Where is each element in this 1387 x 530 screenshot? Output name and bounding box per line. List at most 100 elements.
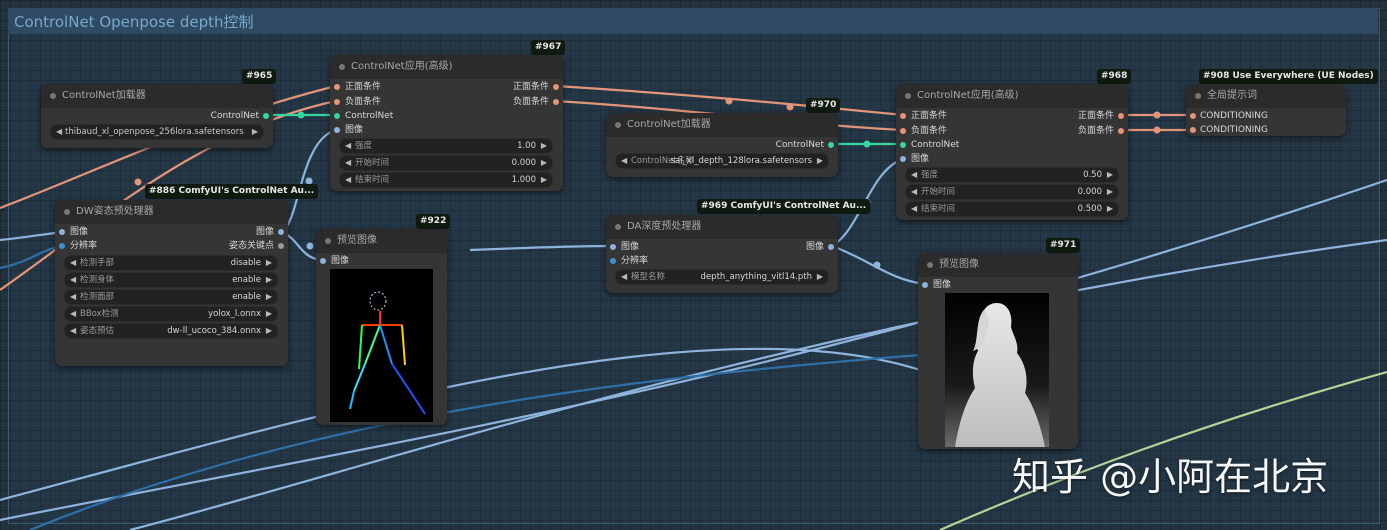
collapse-dot-icon[interactable] bbox=[339, 64, 345, 70]
arrow-left-icon[interactable]: ◀ bbox=[621, 154, 627, 168]
node-908-title-bar[interactable]: 全局提示词 bbox=[1186, 84, 1346, 108]
detect-body-widget[interactable]: ◀ 检测身体 enable ▶ bbox=[64, 272, 278, 288]
end-time-widget[interactable]: ◀ 结束时间 0.500 ▶ bbox=[905, 201, 1119, 217]
node-968-controlnet-apply[interactable]: ControlNet应用(高级) 正面条件 负面条件 ControlNet 图像… bbox=[896, 84, 1128, 220]
arrow-left-icon[interactable]: ◀ bbox=[70, 273, 76, 287]
node-965-controlnet-loader[interactable]: ControlNet加载器 ControlNet ◀ thibaud_xl_op… bbox=[41, 84, 273, 148]
collapse-dot-icon[interactable] bbox=[905, 93, 911, 99]
node-922-preview-image[interactable]: 预览图像 图像 bbox=[316, 229, 447, 425]
arrow-right-icon[interactable]: ▶ bbox=[541, 173, 547, 187]
collapse-dot-icon[interactable] bbox=[325, 238, 331, 244]
arrow-right-icon[interactable]: ▶ bbox=[1107, 168, 1113, 182]
node-968-title-bar[interactable]: ControlNet应用(高级) bbox=[896, 84, 1128, 108]
input-controlnet-socket[interactable] bbox=[334, 113, 340, 119]
node-965-title-bar[interactable]: ControlNet加载器 bbox=[41, 84, 273, 108]
arrow-left-icon[interactable]: ◀ bbox=[621, 270, 627, 284]
node-886-title-bar[interactable]: DW姿态预处理器 bbox=[55, 200, 288, 224]
arrow-left-icon[interactable]: ◀ bbox=[345, 156, 351, 170]
output-negative-socket[interactable] bbox=[553, 99, 559, 105]
input-conditioning-1-socket[interactable] bbox=[1190, 113, 1196, 119]
collapse-dot-icon[interactable] bbox=[64, 209, 70, 215]
input-conditioning-2-label: CONDITIONING bbox=[1200, 125, 1269, 135]
arrow-right-icon[interactable]: ▶ bbox=[266, 324, 272, 338]
output-positive-socket[interactable] bbox=[553, 84, 559, 90]
detect-face-widget[interactable]: ◀ 检测面部 enable ▶ bbox=[64, 289, 278, 305]
arrow-right-icon[interactable]: ▶ bbox=[266, 307, 272, 321]
node-971-preview-image[interactable]: 预览图像 图像 bbox=[918, 253, 1078, 449]
input-image-socket[interactable] bbox=[59, 229, 65, 235]
arrow-right-icon[interactable]: ▶ bbox=[266, 273, 272, 287]
arrow-right-icon[interactable]: ▶ bbox=[817, 270, 823, 284]
bbox-detector-widget[interactable]: ◀ BBox检测 yolox_l.onnx ▶ bbox=[64, 306, 278, 322]
collapse-dot-icon[interactable] bbox=[1195, 93, 1201, 99]
input-image-socket[interactable] bbox=[610, 244, 616, 250]
collapse-dot-icon[interactable] bbox=[927, 262, 933, 268]
arrow-right-icon[interactable]: ▶ bbox=[1107, 202, 1113, 216]
arrow-left-icon[interactable]: ◀ bbox=[345, 139, 351, 153]
arrow-right-icon[interactable]: ▶ bbox=[541, 156, 547, 170]
arrow-left-icon[interactable]: ◀ bbox=[56, 125, 62, 139]
node-886-dw-pose-preprocessor[interactable]: DW姿态预处理器 图像 分辨率 图像 姿态关键点 ◀ 检测手部 disable … bbox=[55, 200, 288, 366]
output-image-socket[interactable] bbox=[828, 244, 834, 250]
node-967-title-bar[interactable]: ControlNet应用(高级) bbox=[330, 55, 563, 79]
input-image-socket[interactable] bbox=[900, 156, 906, 162]
output-positive-socket[interactable] bbox=[1118, 113, 1124, 119]
node-967-controlnet-apply[interactable]: ControlNet应用(高级) 正面条件 负面条件 ControlNet 图像… bbox=[330, 55, 563, 191]
widget-value: yolox_l.onnx bbox=[208, 309, 261, 319]
input-negative-socket[interactable] bbox=[334, 99, 340, 105]
collapse-dot-icon[interactable] bbox=[615, 224, 621, 230]
node-969-depth-preprocessor[interactable]: DA深度预处理器 图像 分辨率 图像 ◀ 模型名称 depth_anything… bbox=[606, 215, 838, 293]
strength-widget[interactable]: ◀ 强度 1.00 ▶ bbox=[339, 138, 553, 154]
wire-image-left-1 bbox=[0, 230, 63, 242]
model-name-widget[interactable]: ◀ 模型名称 depth_anything_vitl14.pth ▶ bbox=[615, 269, 829, 285]
arrow-right-icon[interactable]: ▶ bbox=[817, 154, 823, 168]
node-922-title-bar[interactable]: 预览图像 bbox=[316, 229, 447, 253]
start-time-widget[interactable]: ◀ 开始时间 0.000 ▶ bbox=[905, 184, 1119, 200]
input-image-socket[interactable] bbox=[922, 282, 928, 288]
arrow-left-icon[interactable]: ◀ bbox=[911, 185, 917, 199]
strength-widget[interactable]: ◀ 强度 0.50 ▶ bbox=[905, 167, 1119, 183]
pose-estimator-widget[interactable]: ◀ 姿态预估 dw-ll_ucoco_384.onnx ▶ bbox=[64, 323, 278, 339]
arrow-right-icon[interactable]: ▶ bbox=[266, 256, 272, 270]
arrow-left-icon[interactable]: ◀ bbox=[70, 290, 76, 304]
node-968-badge: #968 bbox=[1097, 69, 1132, 84]
arrow-right-icon[interactable]: ▶ bbox=[541, 139, 547, 153]
node-969-title-bar[interactable]: DA深度预处理器 bbox=[606, 215, 838, 239]
collapse-dot-icon[interactable] bbox=[615, 122, 621, 128]
input-negative-socket[interactable] bbox=[900, 128, 906, 134]
input-resolution-socket[interactable] bbox=[610, 258, 616, 264]
output-image-socket[interactable] bbox=[278, 229, 284, 235]
input-positive-socket[interactable] bbox=[334, 84, 340, 90]
arrow-left-icon[interactable]: ◀ bbox=[70, 256, 76, 270]
arrow-left-icon[interactable]: ◀ bbox=[911, 168, 917, 182]
arrow-right-icon[interactable]: ▶ bbox=[266, 290, 272, 304]
node-908-use-everywhere[interactable]: 全局提示词 CONDITIONING CONDITIONING bbox=[1186, 84, 1346, 136]
arrow-left-icon[interactable]: ◀ bbox=[911, 202, 917, 216]
arrow-left-icon[interactable]: ◀ bbox=[70, 324, 76, 338]
output-keypoints-socket[interactable] bbox=[278, 243, 284, 249]
widget-label: 模型名称 bbox=[631, 272, 666, 282]
arrow-left-icon[interactable]: ◀ bbox=[70, 307, 76, 321]
arrow-left-icon[interactable]: ◀ bbox=[345, 173, 351, 187]
node-922-title: 预览图像 bbox=[337, 235, 377, 246]
detect-hand-widget[interactable]: ◀ 检测手部 disable ▶ bbox=[64, 255, 278, 271]
arrow-right-icon[interactable]: ▶ bbox=[1107, 185, 1113, 199]
controlnet-name-combo[interactable]: ◀ ControlNet名称 sai_xl_depth_128lora.safe… bbox=[615, 153, 829, 169]
input-conditioning-2-socket[interactable] bbox=[1190, 127, 1196, 133]
node-970-controlnet-loader[interactable]: ControlNet加载器 ControlNet ◀ ControlNet名称 … bbox=[606, 113, 838, 177]
output-controlnet-socket[interactable] bbox=[263, 113, 269, 119]
node-971-title-bar[interactable]: 预览图像 bbox=[918, 253, 1078, 277]
output-negative-socket[interactable] bbox=[1118, 128, 1124, 134]
input-image-socket[interactable] bbox=[320, 258, 326, 264]
input-image-socket[interactable] bbox=[334, 127, 340, 133]
node-970-title-bar[interactable]: ControlNet加载器 bbox=[606, 113, 838, 137]
end-time-widget[interactable]: ◀ 结束时间 1.000 ▶ bbox=[339, 172, 553, 188]
input-positive-socket[interactable] bbox=[900, 113, 906, 119]
arrow-right-icon[interactable]: ▶ bbox=[252, 125, 258, 139]
output-controlnet-socket[interactable] bbox=[828, 142, 834, 148]
input-controlnet-socket[interactable] bbox=[900, 142, 906, 148]
input-resolution-socket[interactable] bbox=[59, 243, 65, 249]
start-time-widget[interactable]: ◀ 开始时间 0.000 ▶ bbox=[339, 155, 553, 171]
collapse-dot-icon[interactable] bbox=[50, 93, 56, 99]
controlnet-name-combo[interactable]: ◀ thibaud_xl_openpose_256lora.safetensor… bbox=[50, 124, 264, 140]
